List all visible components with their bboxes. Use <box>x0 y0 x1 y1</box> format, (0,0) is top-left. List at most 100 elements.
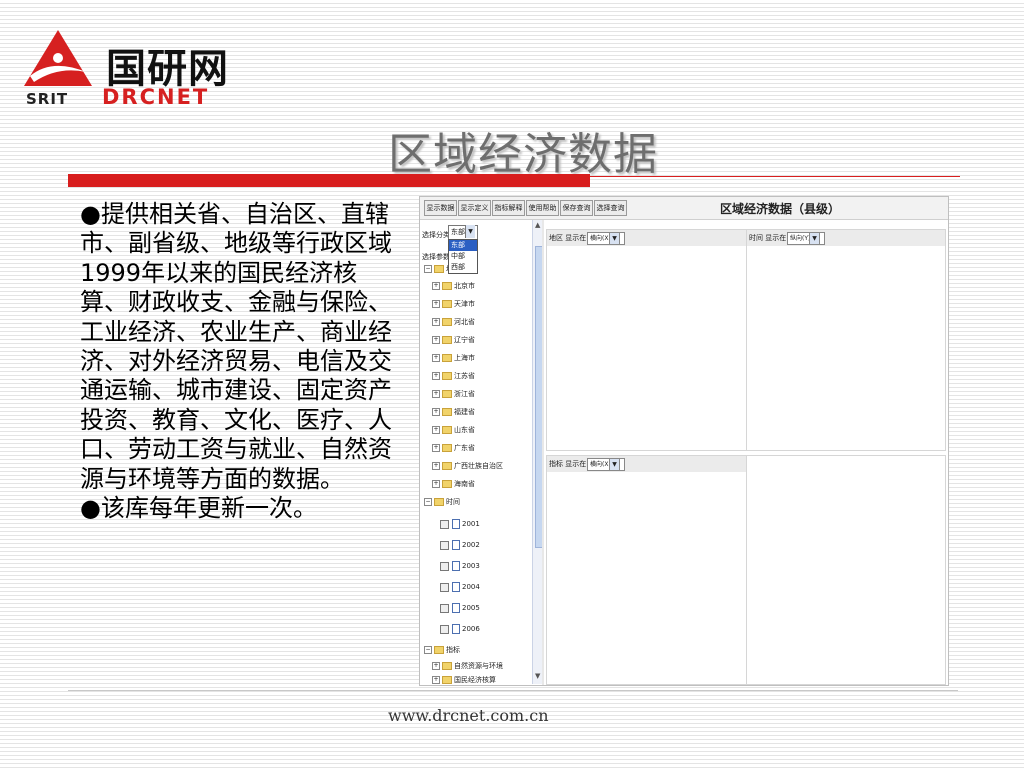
calendar-icon <box>440 561 449 571</box>
folder-icon <box>434 265 444 273</box>
chevron-down-icon[interactable]: ▼ <box>465 225 475 238</box>
chevron-down-icon[interactable]: ▼ <box>609 232 620 245</box>
expand-icon[interactable]: + <box>432 354 440 362</box>
expand-icon[interactable]: + <box>432 282 440 290</box>
dropdown-option[interactable]: 东部 <box>449 240 477 251</box>
tree-node-region-item[interactable]: + 广东省 <box>432 443 475 457</box>
checkbox-icon[interactable] <box>452 624 460 634</box>
time-panel-header: 时间 显示在 纵向(Y) ▼ <box>747 230 945 246</box>
expand-icon[interactable]: + <box>432 372 440 380</box>
folder-icon <box>442 444 452 452</box>
tree-node-region-item[interactable]: + 海南省 <box>432 479 475 493</box>
bullet-item: ●提供相关省、自治区、直辖市、副省级、地级等行政区域1999年以来的国民经济核算… <box>80 200 392 493</box>
indicator-explain-button[interactable]: 指标解释 <box>492 200 525 216</box>
tree-node-time[interactable]: − 时间 <box>424 497 460 511</box>
folder-icon <box>442 318 452 326</box>
tree-node-year[interactable]: 2001 <box>440 519 480 533</box>
parameter-label: 选择参数 <box>422 253 450 261</box>
tree-node-region-item[interactable]: + 辽宁省 <box>432 335 475 349</box>
tree-node-region-item[interactable]: + 江苏省 <box>432 371 475 385</box>
expand-icon[interactable]: + <box>432 444 440 452</box>
calendar-icon <box>440 519 449 529</box>
bullet-list: ●提供相关省、自治区、直辖市、副省级、地级等行政区域1999年以来的国民经济核算… <box>80 200 398 523</box>
expand-icon[interactable]: + <box>432 408 440 416</box>
calendar-icon <box>440 540 449 550</box>
tree-node-indicator-item[interactable]: + 自然资源与环境 <box>432 661 503 675</box>
select-query-button[interactable]: 选择查询 <box>594 200 627 216</box>
save-query-button[interactable]: 保存查询 <box>560 200 593 216</box>
checkbox-icon[interactable] <box>452 561 460 571</box>
folder-icon <box>442 282 452 290</box>
folder-icon <box>442 354 452 362</box>
expand-icon[interactable]: + <box>432 318 440 326</box>
indicator-panel-header: 指标 显示在 横向(X) ▼ <box>547 456 747 472</box>
expand-icon[interactable]: + <box>432 462 440 470</box>
folder-icon <box>442 336 452 344</box>
chevron-down-icon[interactable]: ▼ <box>809 232 820 245</box>
expand-icon[interactable]: + <box>432 390 440 398</box>
tree-node-region-item[interactable]: + 北京市 <box>432 281 475 295</box>
tree-node-year[interactable]: 2005 <box>440 603 480 617</box>
empty-panel <box>746 455 946 685</box>
checkbox-icon[interactable] <box>452 540 460 550</box>
tree-node-region-item[interactable]: + 上海市 <box>432 353 475 367</box>
folder-icon <box>442 390 452 398</box>
folder-icon <box>434 646 444 654</box>
expand-icon[interactable]: + <box>432 426 440 434</box>
app-title: 区域经济数据（县级） <box>720 202 841 216</box>
tree-node-region-item[interactable]: + 河北省 <box>432 317 475 331</box>
expand-icon[interactable]: + <box>432 336 440 344</box>
chevron-down-icon[interactable]: ▼ <box>609 458 620 471</box>
tree-node-indicator[interactable]: − 指标 <box>424 645 460 659</box>
drcnet-logo: SRIT 国研网 DRCNET <box>22 28 242 109</box>
footer-url[interactable]: www.drcnet.com.cn <box>388 706 549 725</box>
collapse-icon[interactable]: − <box>424 646 432 654</box>
region-axis-panel: 地区 显示在 横向(X) ▼ <box>546 229 748 451</box>
checkbox-icon[interactable] <box>452 582 460 592</box>
app-toolbar: 显示数据 显示定义 指标解释 使用帮助 保存查询 选择查询 区域经济数据（县级） <box>420 197 948 220</box>
indicator-axis-panel: 指标 显示在 横向(X) ▼ <box>546 455 748 685</box>
tree-node-region-item[interactable]: + 广西壮族自治区 <box>432 461 503 475</box>
title-underline-line <box>590 176 960 177</box>
folder-icon <box>442 408 452 416</box>
folder-icon <box>442 676 452 684</box>
help-button[interactable]: 使用帮助 <box>526 200 559 216</box>
tree-node-region-item[interactable]: + 福建省 <box>432 407 475 421</box>
tree-node-year[interactable]: 2003 <box>440 561 480 575</box>
expand-icon[interactable]: + <box>432 480 440 488</box>
checkbox-icon[interactable] <box>452 519 460 529</box>
collapse-icon[interactable]: − <box>424 498 432 506</box>
region-data-query-window: 显示数据 显示定义 指标解释 使用帮助 保存查询 选择查询 区域经济数据（县级）… <box>419 196 949 686</box>
dropdown-option[interactable]: 西部 <box>449 262 477 273</box>
scroll-up-icon[interactable]: ▲ <box>535 221 540 229</box>
region-panel-header: 地区 显示在 横向(X) ▼ <box>547 230 747 246</box>
expand-icon[interactable]: + <box>432 662 440 670</box>
dropdown-option[interactable]: 中部 <box>449 251 477 262</box>
indicator-panel-label: 指标 显示在 <box>549 460 587 468</box>
checkbox-icon[interactable] <box>452 603 460 613</box>
panel-divider <box>542 220 544 685</box>
tree-node-year[interactable]: 2004 <box>440 582 480 596</box>
calendar-icon <box>440 603 449 613</box>
calendar-icon <box>440 624 449 634</box>
logo-abbr: SRIT <box>26 90 69 108</box>
tree-node-indicator-item[interactable]: + 国民经济核算 <box>432 675 496 685</box>
dimension-dropdown: 东部 中部 西部 <box>448 239 478 274</box>
tree-node-region-item[interactable]: + 山东省 <box>432 425 475 439</box>
expand-icon[interactable]: + <box>432 676 440 684</box>
collapse-icon[interactable]: − <box>424 265 432 273</box>
folder-icon <box>434 498 444 506</box>
tree-node-year[interactable]: 2006 <box>440 624 480 638</box>
show-definition-button[interactable]: 显示定义 <box>458 200 491 216</box>
time-panel-label: 时间 显示在 <box>749 234 787 242</box>
folder-icon <box>442 426 452 434</box>
scroll-down-icon[interactable]: ▼ <box>535 672 540 680</box>
show-data-button[interactable]: 显示数据 <box>424 200 457 216</box>
bullet-item: ●该库每年更新一次。 <box>80 494 317 523</box>
folder-icon <box>442 480 452 488</box>
tree-node-year[interactable]: 2002 <box>440 540 480 554</box>
parameter-tree-panel: 选择分类： 东部 ▼ 东部 中部 西部 选择参数 −地区 +北京市 +天津市 +… <box>420 220 540 685</box>
expand-icon[interactable]: + <box>432 300 440 308</box>
tree-node-region-item[interactable]: + 浙江省 <box>432 389 475 403</box>
tree-node-region-item[interactable]: + 天津市 <box>432 299 475 313</box>
